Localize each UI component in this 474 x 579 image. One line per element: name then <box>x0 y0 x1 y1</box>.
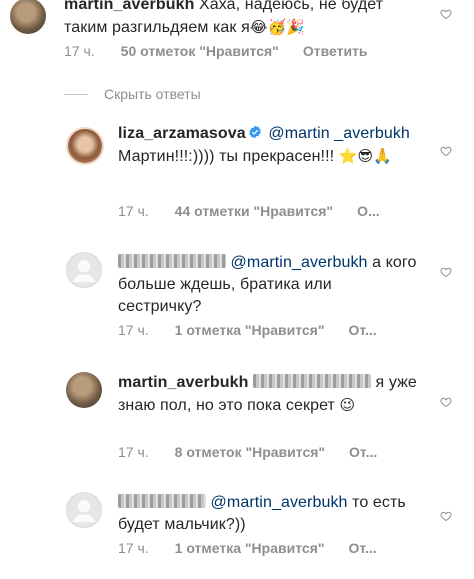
comment-3: @martin_averbukh а кого больше ждешь, бр… <box>0 250 474 350</box>
comment-likes[interactable]: 1 отметка "Нравится" <box>175 322 325 338</box>
reply-button[interactable]: От... <box>349 444 377 460</box>
comment-body: Мартин!!!:)))) ты прекрасен!!! <box>118 148 335 165</box>
comment-text: martin_averbukh Хаха, надеюсь, не будет … <box>64 0 424 39</box>
comment-meta: 17 ч. 1 отметка "Нравится" От... <box>118 322 377 338</box>
default-avatar-icon[interactable] <box>66 492 102 528</box>
comment-text: @martin_averbukh а кого больше ждешь, бр… <box>118 252 418 318</box>
hide-replies-label: Скрыть ответы <box>104 86 201 102</box>
comment-mention[interactable]: @martin_averbukh <box>211 494 348 511</box>
comment-5: @martin_averbukh то есть будет мальчик?)… <box>0 490 474 579</box>
like-heart-icon[interactable] <box>440 145 452 157</box>
comment-time[interactable]: 17 ч. <box>118 322 149 338</box>
comment-username[interactable]: martin_averbukh <box>118 374 248 391</box>
comment-4: martin_averbukh я уже знаю пол, но это п… <box>0 370 474 470</box>
comment-mention[interactable]: @martin_averbukh <box>231 254 368 271</box>
hide-replies-button[interactable]: Скрыть ответы <box>64 86 201 102</box>
comment-text: @martin_averbukh то есть будет мальчик?)… <box>118 492 418 536</box>
comment-mention[interactable]: @martin _averbukh <box>268 125 410 142</box>
reply-button[interactable]: От... <box>348 540 376 556</box>
comment-time[interactable]: 17 ч. <box>118 203 149 219</box>
comment-username[interactable]: martin_averbukh <box>64 0 194 13</box>
comment-meta: 17 ч. 50 отметок "Нравится" Ответить <box>64 43 368 59</box>
reply-button[interactable]: От... <box>348 322 376 338</box>
avatar[interactable] <box>10 0 46 34</box>
comment-2: liza_arzamasova @martin _averbukh Мартин… <box>0 125 474 225</box>
comment-likes[interactable]: 1 отметка "Нравится" <box>175 540 325 556</box>
comment-time[interactable]: 17 ч. <box>64 43 95 59</box>
like-heart-icon[interactable] <box>440 8 452 20</box>
comment-meta: 17 ч. 44 отметки "Нравится" О... <box>118 203 380 219</box>
verified-badge-icon <box>248 124 262 139</box>
comment-emojis: 😂🥳🎉 <box>249 18 306 36</box>
comment-likes[interactable]: 50 отметок "Нравится" <box>121 43 279 59</box>
reply-button[interactable]: Ответить <box>303 43 368 59</box>
comment-emojis: 😉 <box>339 396 356 414</box>
like-heart-icon[interactable] <box>440 510 452 522</box>
avatar[interactable] <box>66 372 102 408</box>
redacted-username <box>118 254 226 268</box>
comment-text: martin_averbukh я уже знаю пол, но это п… <box>118 372 418 417</box>
redacted-text <box>252 374 371 388</box>
reply-button[interactable]: О... <box>357 203 380 219</box>
like-heart-icon[interactable] <box>440 266 452 278</box>
comment-meta: 17 ч. 1 отметка "Нравится" От... <box>118 540 377 556</box>
hide-replies-line <box>64 93 88 95</box>
comment-time[interactable]: 17 ч. <box>118 540 149 556</box>
redacted-username <box>118 494 206 508</box>
comment-likes[interactable]: 44 отметки "Нравится" <box>175 203 333 219</box>
default-avatar-icon[interactable] <box>66 252 102 288</box>
comment-emojis: ⭐😎🙏 <box>338 147 393 165</box>
avatar[interactable] <box>66 127 104 165</box>
comment-meta: 17 ч. 8 отметок "Нравится" От... <box>118 444 377 460</box>
comment-text: liza_arzamasova @martin _averbukh Мартин… <box>118 123 428 168</box>
comment-username[interactable]: liza_arzamasova <box>118 125 246 142</box>
comment-likes[interactable]: 8 отметок "Нравится" <box>175 444 325 460</box>
comment-time[interactable]: 17 ч. <box>118 444 149 460</box>
comment-1: martin_averbukh Хаха, надеюсь, не будет … <box>0 0 474 70</box>
like-heart-icon[interactable] <box>440 396 452 408</box>
